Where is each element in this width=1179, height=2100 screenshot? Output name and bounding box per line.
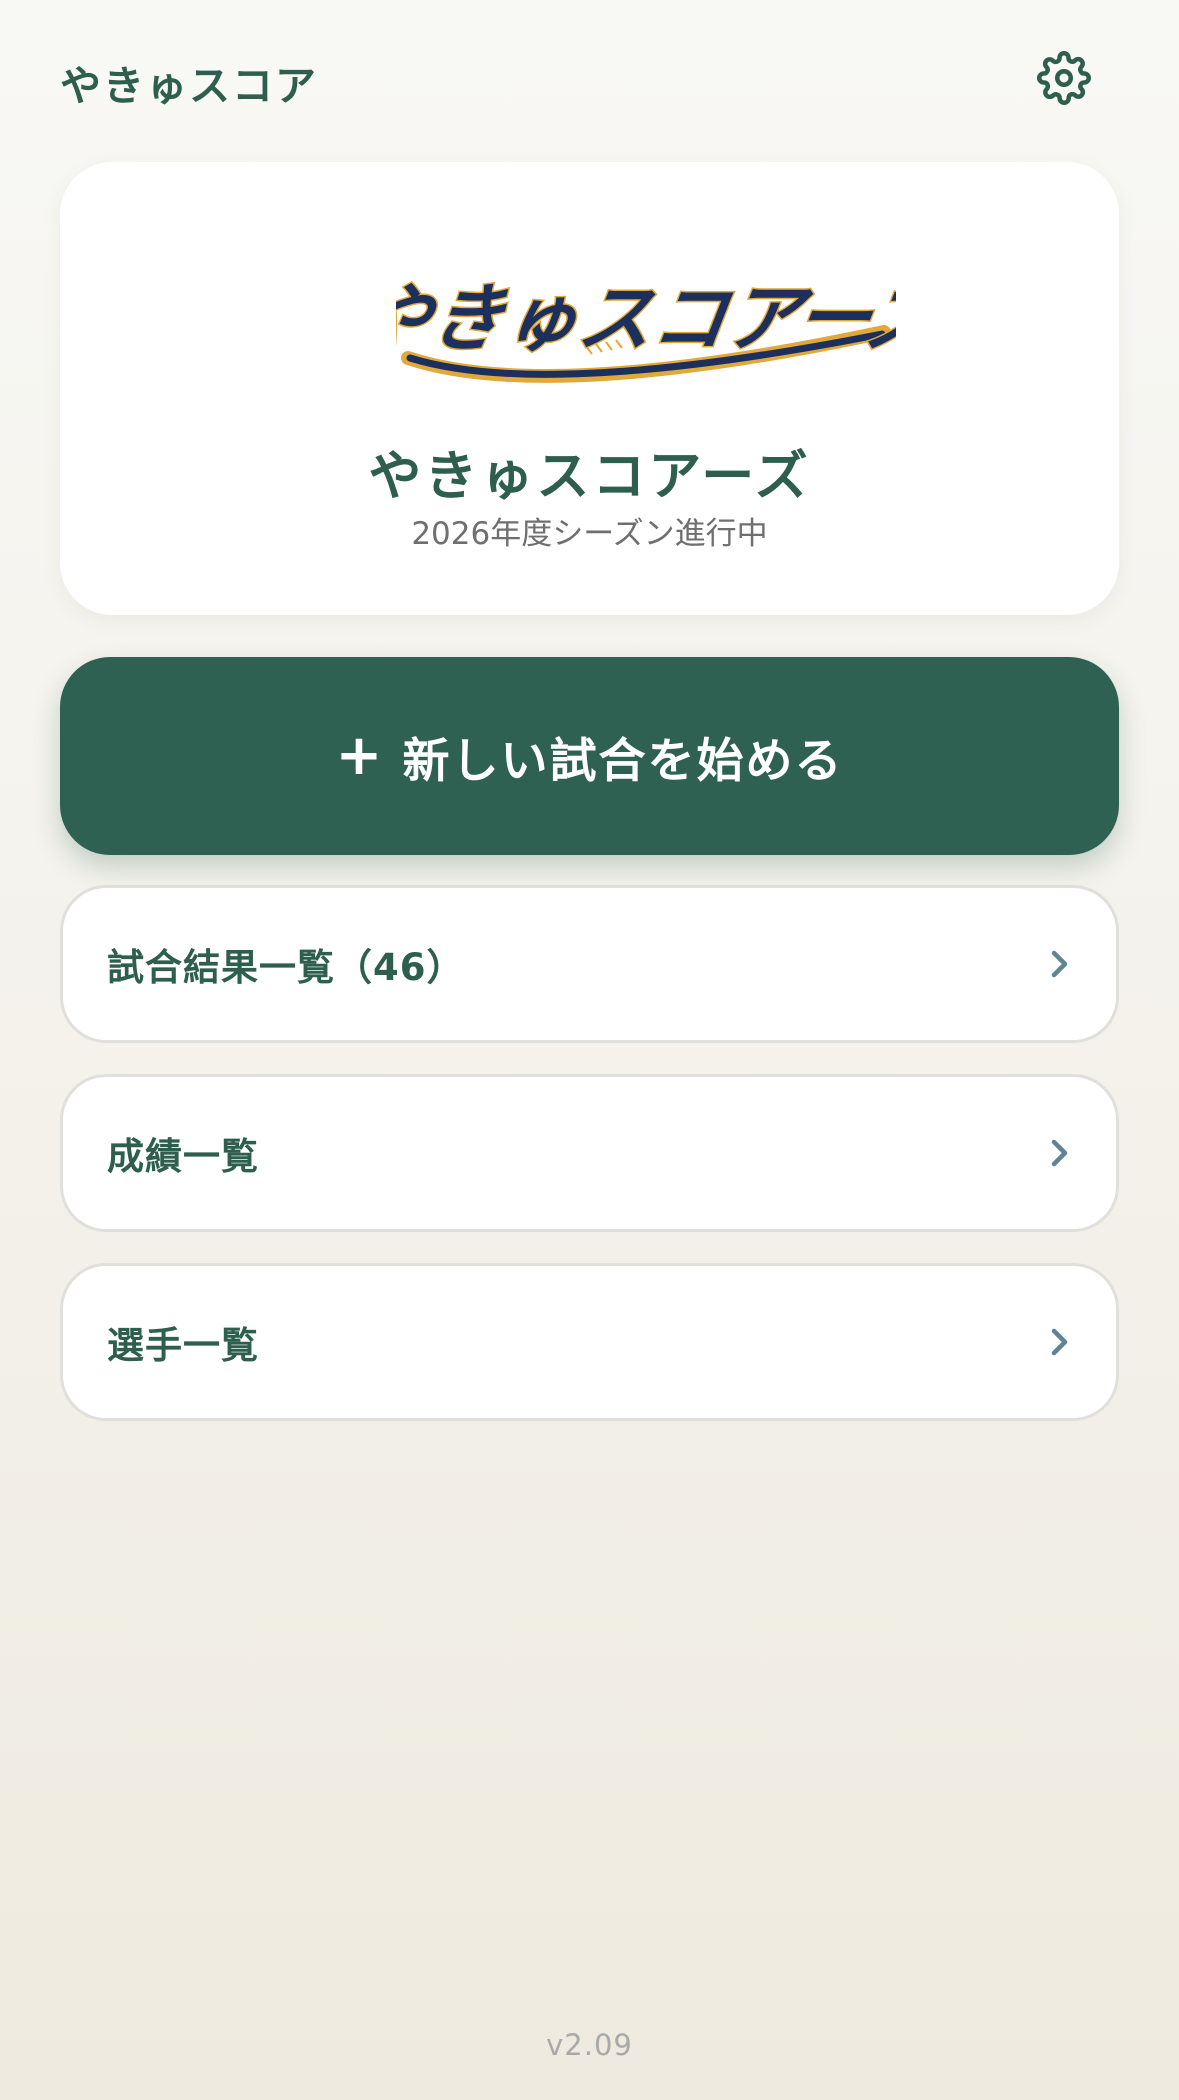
season-status: 2026年度シーズン進行中 — [411, 516, 768, 552]
app-title: やきゅスコア — [60, 62, 318, 110]
team-logo: やきゅスコアーズ — [396, 274, 896, 383]
chevron-right-icon — [1051, 1139, 1068, 1167]
new-game-label: 新しい試合を始める — [402, 733, 844, 789]
menu-item-players[interactable]: 選手一覧 — [60, 1263, 1119, 1421]
menu-item-label: 試合結果一覧（46） — [107, 946, 465, 989]
chevron-right-icon — [1051, 1328, 1068, 1356]
menu-item-game-results[interactable]: 試合結果一覧（46） — [60, 885, 1119, 1043]
plus-icon: + — [335, 723, 385, 788]
new-game-button[interactable]: + 新しい試合を始める — [60, 657, 1119, 855]
chevron-right-icon — [1051, 950, 1068, 978]
team-card: やきゅスコアーズ やきゅスコアーズ 2026年度シーズン進行中 — [60, 162, 1119, 615]
menu-item-stats[interactable]: 成績一覧 — [60, 1074, 1119, 1232]
team-name: やきゅスコアーズ — [368, 446, 811, 507]
settings-button[interactable] — [1036, 50, 1092, 106]
gear-icon — [1037, 51, 1091, 105]
team-logo-text: やきゅスコアーズ — [396, 275, 896, 362]
menu-item-label: 選手一覧 — [107, 1324, 259, 1367]
menu-item-label: 成績一覧 — [107, 1135, 259, 1178]
app-version: v2.09 — [546, 2028, 633, 2062]
